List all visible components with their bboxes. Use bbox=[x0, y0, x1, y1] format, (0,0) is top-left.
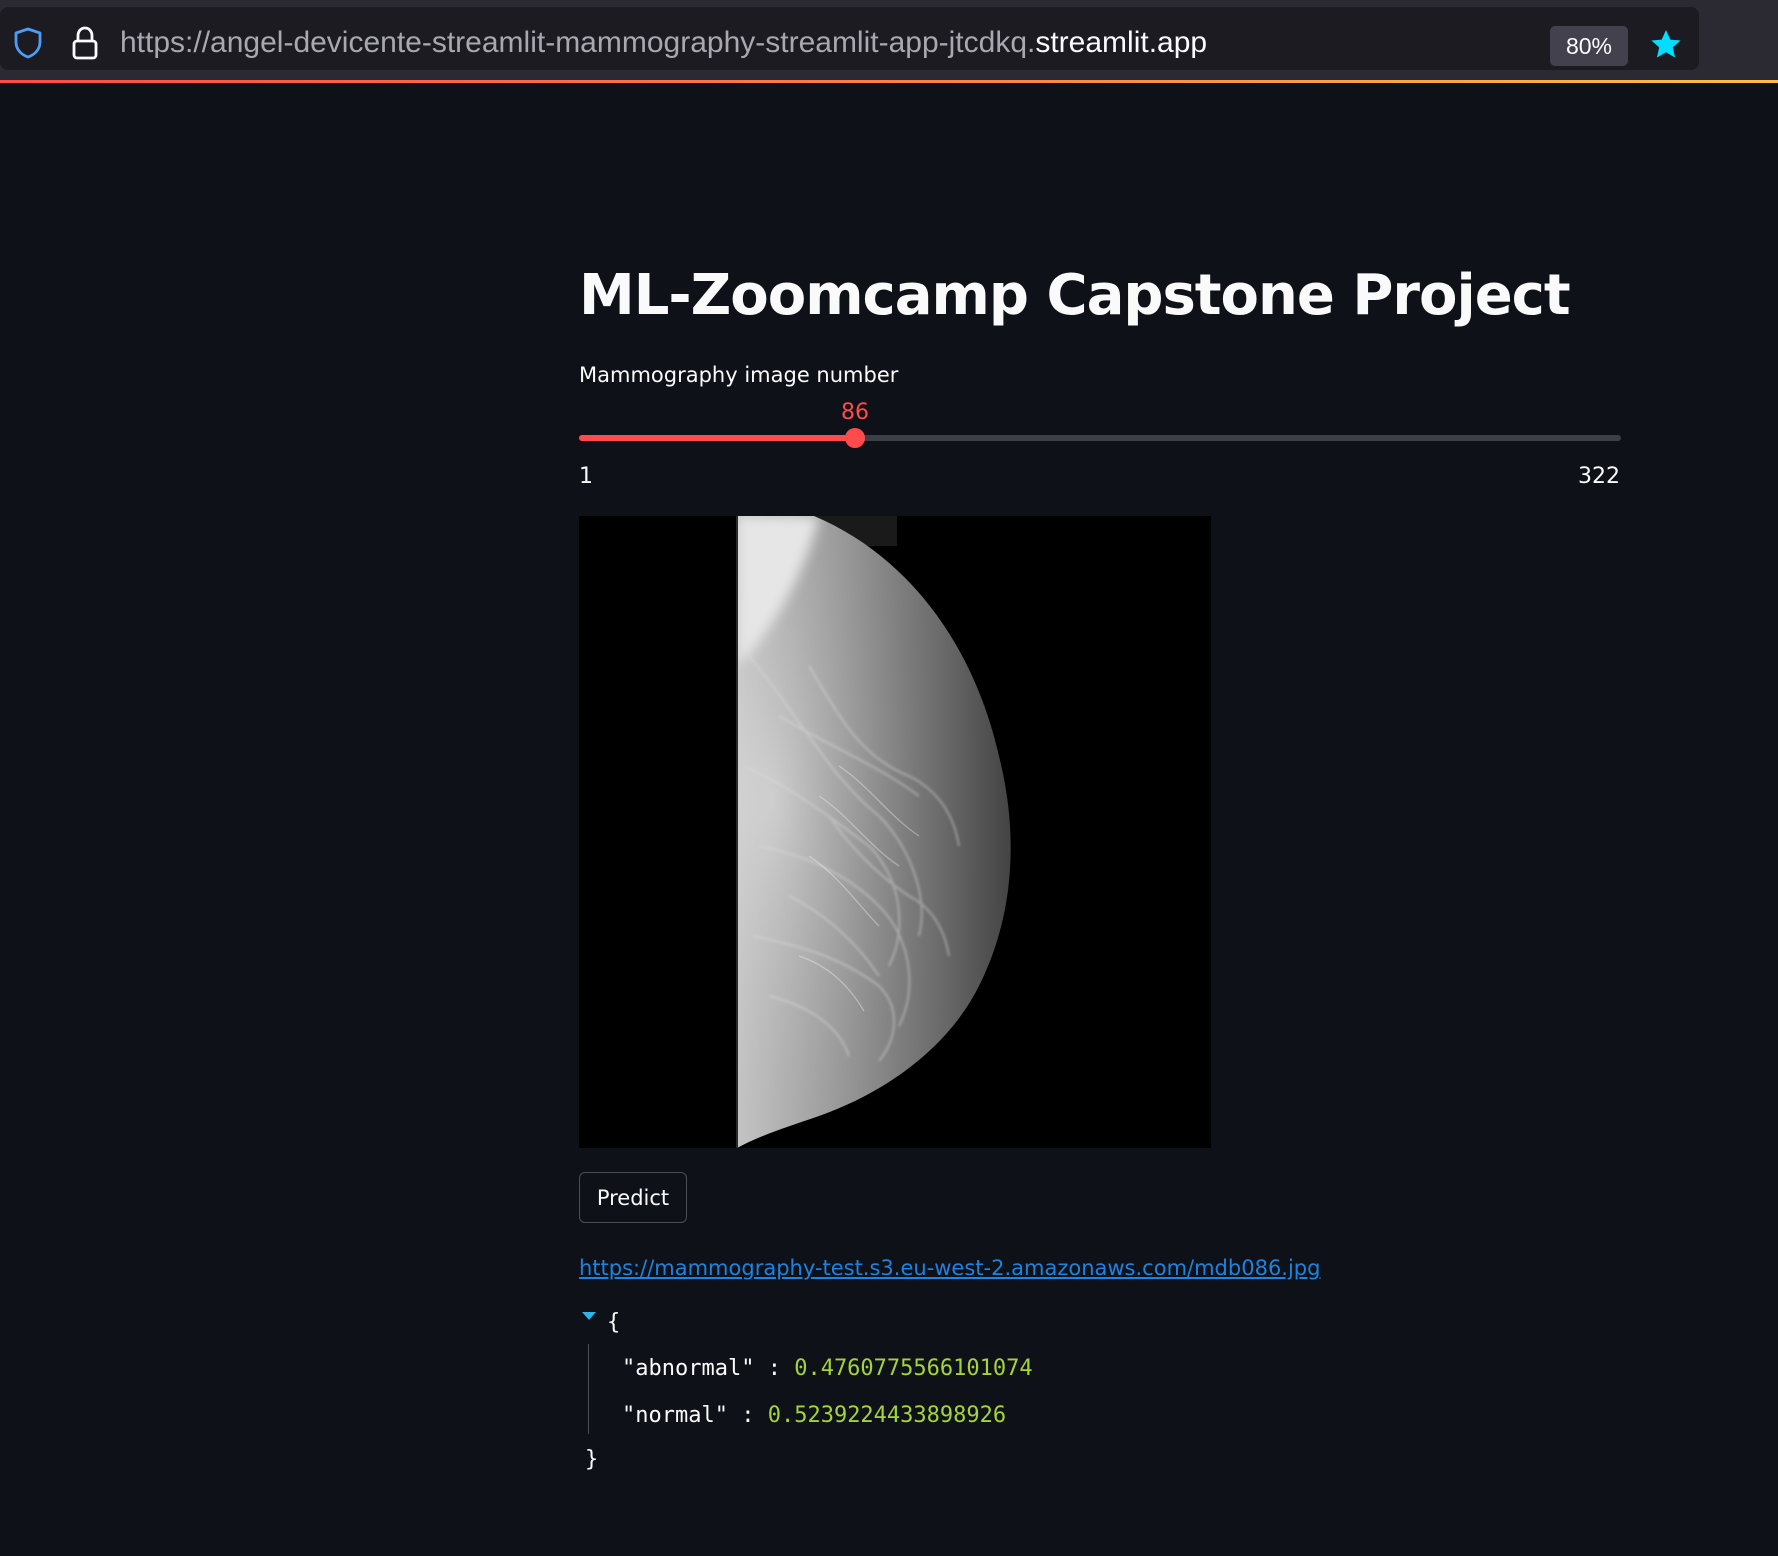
slider-min-label: 1 bbox=[579, 464, 593, 489]
json-row-normal: "normal" : 0.5239224433898926 bbox=[622, 1403, 1007, 1428]
lock-icon[interactable] bbox=[70, 25, 100, 61]
json-viewer: { "abnormal" : 0.4760775566101074 "norma… bbox=[579, 1308, 1179, 1478]
browser-toolbar: https://angel-devicente-streamlit-mammog… bbox=[0, 0, 1778, 83]
json-key: "normal" bbox=[622, 1403, 728, 1428]
json-indent-guide bbox=[588, 1344, 589, 1434]
page-title: ML-Zoomcamp Capstone Project bbox=[579, 263, 1571, 328]
url-path: https://angel-devicente-streamlit-mammog… bbox=[120, 26, 1036, 59]
streamlit-app: ML-Zoomcamp Capstone Project Mammography… bbox=[0, 83, 1778, 1556]
slider-label: Mammography image number bbox=[579, 363, 899, 387]
slider-max-label: 322 bbox=[1578, 464, 1620, 489]
url-text[interactable]: https://angel-devicente-streamlit-mammog… bbox=[120, 23, 1207, 63]
slider-current-value: 86 bbox=[841, 400, 869, 425]
json-key: "abnormal" bbox=[622, 1356, 755, 1381]
slider-fill bbox=[579, 435, 855, 441]
predict-button[interactable]: Predict bbox=[579, 1172, 687, 1223]
slider-thumb[interactable] bbox=[845, 428, 865, 448]
shield-icon[interactable] bbox=[12, 26, 44, 60]
json-open-brace: { bbox=[607, 1310, 621, 1335]
mammography-image bbox=[579, 516, 1211, 1148]
collapse-toggle-icon[interactable] bbox=[582, 1312, 596, 1320]
address-bar[interactable]: https://angel-devicente-streamlit-mammog… bbox=[0, 7, 1699, 70]
json-value: 0.5239224433898926 bbox=[767, 1403, 1007, 1428]
json-row-abnormal: "abnormal" : 0.4760775566101074 bbox=[622, 1356, 1033, 1381]
json-value: 0.4760775566101074 bbox=[794, 1356, 1033, 1381]
image-url-link[interactable]: https://mammography-test.s3.eu-west-2.am… bbox=[579, 1253, 1320, 1283]
bookmark-star-icon[interactable] bbox=[1648, 27, 1684, 63]
url-domain: streamlit.app bbox=[1035, 26, 1208, 59]
json-close-brace: } bbox=[585, 1447, 599, 1472]
zoom-level-badge[interactable]: 80% bbox=[1550, 26, 1628, 66]
